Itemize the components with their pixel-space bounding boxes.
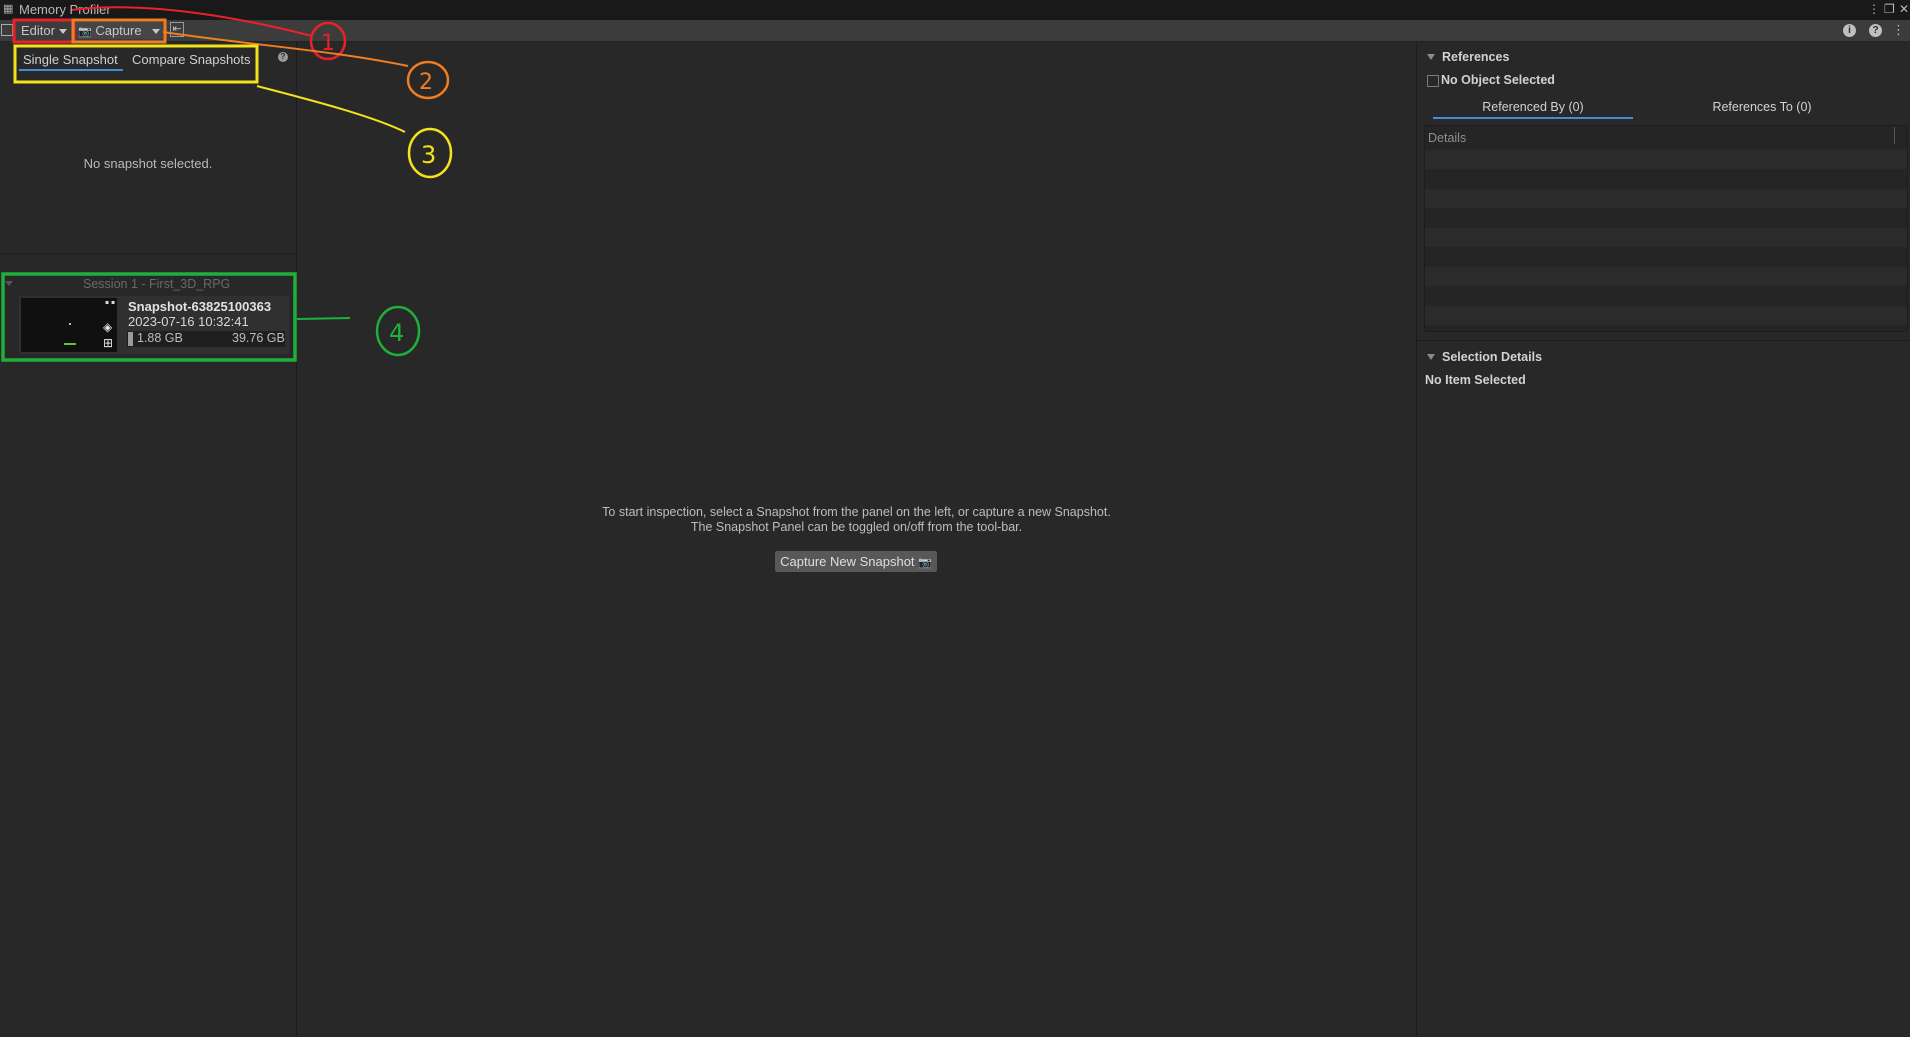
annotation-box-4 [1, 272, 297, 362]
annotation-box-3 [13, 44, 259, 84]
inspection-hint-line1: To start inspection, select a Snapshot f… [602, 505, 1111, 519]
inspection-hint-line2: The Snapshot Panel can be toggled on/off… [690, 520, 1023, 534]
annotation-number-4: 4 [389, 319, 404, 347]
annotation-number-3: 3 [421, 141, 436, 169]
annotation-line-2 [162, 31, 409, 67]
annotation-line-1 [71, 6, 313, 37]
annotation-overlay: 1 2 3 4 [1, 6, 453, 362]
annotation-number-2: 2 [419, 70, 433, 95]
annotation-line-4 [296, 317, 351, 320]
camera-icon: 📷 [918, 557, 932, 569]
annotation-line-3 [256, 85, 406, 133]
annotation-box-1 [12, 18, 76, 44]
capture-new-snapshot-button[interactable]: Capture New Snapshot 📷 [775, 551, 937, 572]
capture-new-label: Capture New Snapshot [780, 554, 915, 569]
annotation-box-2 [71, 18, 167, 44]
